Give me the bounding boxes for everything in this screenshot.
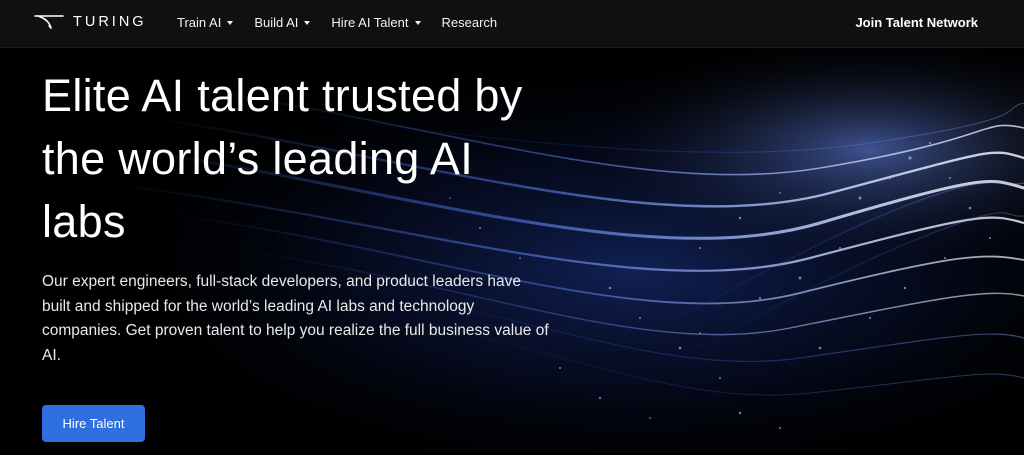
nav-item-train-ai[interactable]: Train AI: [177, 14, 234, 30]
hero-description-line: companies. Get proven talent to help you…: [42, 322, 549, 339]
nav-item-hire-ai-talent[interactable]: Hire AI Talent: [331, 14, 421, 30]
hire-talent-button[interactable]: Hire Talent: [42, 405, 145, 442]
nav-item-research[interactable]: Research: [442, 15, 498, 30]
hero-title: Elite AI talent trusted by the world’s l…: [42, 64, 622, 253]
nav-item-label: Research: [441, 14, 498, 30]
hero-description: Our expert engineers, full-stack develop…: [42, 270, 612, 368]
main-nav: Train AI Build AI Hire AI Talent Researc…: [177, 0, 518, 44]
brand-name: TURING: [73, 14, 147, 30]
nav-item-label: Hire AI Talent: [331, 14, 409, 30]
nav-item-label: Build AI: [254, 14, 299, 30]
chevron-down-icon: [304, 20, 311, 25]
turing-swoosh-icon: [34, 15, 64, 29]
hero-title-line: the world’s leading AI: [42, 133, 474, 184]
chevron-down-icon: [227, 20, 234, 25]
hero-description-line: Our expert engineers, full-stack develop…: [42, 273, 522, 290]
chevron-down-icon: [414, 20, 421, 25]
top-navbar: TURING Train AI Build AI Hire AI Talent …: [0, 0, 1024, 48]
nav-item-build-ai[interactable]: Build AI: [254, 14, 311, 30]
hero-title-line: Elite AI talent trusted by: [42, 70, 523, 121]
join-talent-network-link[interactable]: Join Talent Network: [855, 0, 978, 44]
hero-section: Elite AI talent trusted by the world’s l…: [0, 48, 1024, 455]
turing-logo[interactable]: TURING: [34, 13, 147, 31]
hero-description-line: built and shipped for the world’s leadin…: [42, 297, 475, 315]
hero-description-line: AI.: [42, 346, 61, 364]
hero-title-line: labs: [42, 196, 126, 247]
nav-item-label: Train AI: [177, 14, 222, 30]
